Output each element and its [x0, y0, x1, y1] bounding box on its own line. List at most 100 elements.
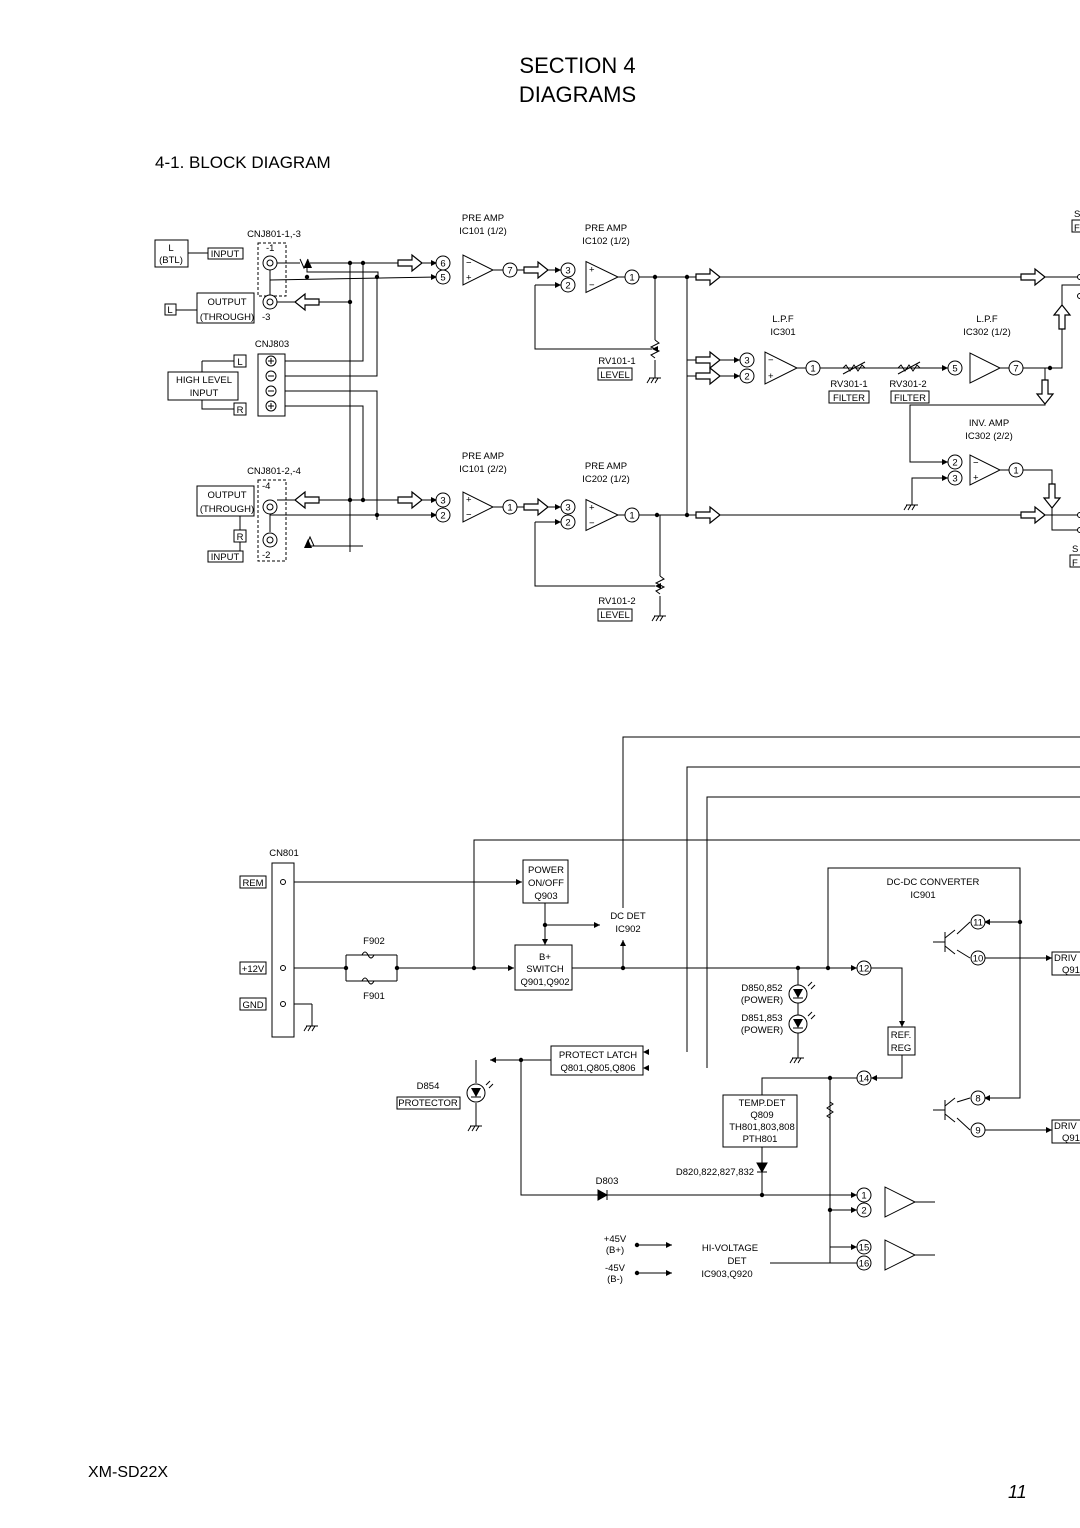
ground-icon — [903, 504, 918, 511]
diode-icon — [597, 1189, 609, 1201]
label-s-bot: S — [1072, 544, 1078, 555]
op-amp-icon — [969, 352, 1002, 384]
polarity-sign: − — [466, 510, 472, 521]
label-through: (THROUGH) — [200, 312, 254, 323]
junction-dot — [654, 512, 660, 518]
arrowhead — [1046, 1127, 1052, 1133]
junction-dot — [652, 274, 658, 280]
label-rv3012: RV301-2 — [889, 379, 926, 390]
label-reg: REG — [891, 1043, 912, 1054]
signal-flow-arrow-icon — [397, 490, 423, 510]
signal-flow-arrow-icon — [1035, 379, 1055, 405]
label-ic102a: IC102 (1/2) — [582, 236, 630, 247]
label-pow1: (POWER) — [741, 995, 783, 1006]
label-p4: -4 — [262, 481, 270, 492]
wire — [956, 1117, 971, 1131]
label-filter2: FILTER — [894, 393, 926, 404]
cn801-block — [271, 862, 295, 1038]
label-q903: Q903 — [534, 891, 557, 902]
rca-jack-icon — [262, 294, 278, 310]
label-rem: REM — [242, 878, 263, 889]
label-s-top: S — [1074, 209, 1080, 220]
label-invamp: INV. AMP — [969, 418, 1009, 429]
label-bplus: B+ — [539, 952, 551, 963]
label-pow2: (POWER) — [741, 1025, 783, 1036]
signal-flow-arrow-icon — [1052, 304, 1072, 330]
arrowhead — [942, 459, 948, 465]
label-onoff: ON/OFF — [528, 878, 564, 889]
wire — [534, 522, 655, 587]
pin-number: 1 — [629, 273, 634, 284]
label-f-top: F — [1074, 223, 1080, 234]
wire — [201, 400, 234, 410]
ground-icon — [467, 1125, 482, 1132]
polarity-sign: + — [466, 495, 472, 506]
wire — [871, 1055, 903, 1079]
label-q91a: Q91 — [1062, 965, 1080, 976]
label-power: POWER — [528, 865, 564, 876]
label-filter1: FILTER — [833, 393, 865, 404]
pin-number: 5 — [440, 273, 445, 284]
label-d851: D851,853 — [741, 1013, 782, 1024]
pin-number: 3 — [565, 266, 570, 277]
label-protect: PROTECT LATCH — [559, 1050, 637, 1061]
labels: 657 321321 321321 5 72311110121489121516CNJ8… — [159, 209, 1080, 1285]
pin-number: 10 — [973, 954, 984, 965]
label-preamp2: PRE AMP — [585, 223, 627, 234]
label-highlevel: HIGH LEVEL — [176, 375, 232, 386]
signal-flow-arrow-icon — [294, 292, 320, 312]
label-level2: LEVEL — [600, 610, 630, 621]
polarity-sign: − — [466, 258, 472, 269]
label-p3: -3 — [262, 312, 270, 323]
junction-dot — [795, 965, 801, 971]
op-amp-icon — [884, 1186, 917, 1218]
polarity-sign: + — [768, 371, 774, 382]
label-l3: L — [237, 357, 242, 368]
label-dcdet: DC DET — [610, 911, 646, 922]
wire — [909, 368, 1046, 463]
label-q809: Q809 — [750, 1110, 773, 1121]
label-hinput: INPUT — [190, 388, 219, 399]
label-preamp4: PRE AMP — [585, 461, 627, 472]
label-rv3011: RV301-1 — [830, 379, 867, 390]
arrowhead — [555, 519, 561, 525]
label-d850: D850,852 — [741, 983, 782, 994]
wire — [686, 766, 1080, 1052]
label-ref: REF. — [891, 1030, 912, 1041]
label-q801: Q801,Q805,Q806 — [561, 1063, 636, 1074]
junction-dot — [684, 274, 690, 280]
label-ic101a: IC101 (1/2) — [459, 226, 507, 237]
junction-dot — [1017, 919, 1023, 925]
label-pth801: PTH801 — [743, 1134, 778, 1145]
arrowhead — [508, 965, 514, 971]
wire — [269, 276, 438, 281]
rca-jack-icon — [262, 532, 278, 548]
junction-dot — [542, 922, 548, 928]
label-ic302a: IC302 (1/2) — [963, 327, 1011, 338]
junction-dot — [347, 299, 353, 305]
pin-number: 6 — [440, 259, 445, 270]
arrowhead — [555, 504, 561, 510]
arrowhead — [1046, 955, 1052, 961]
arrowhead — [666, 1242, 672, 1248]
pin-number: 1 — [861, 1191, 866, 1202]
pin-number: 3 — [440, 496, 445, 507]
junction-dot — [827, 1207, 833, 1213]
junction-dot — [827, 1075, 833, 1081]
label-cnj801-24: CNJ801-2,-4 — [247, 466, 301, 477]
junction-dot — [360, 497, 366, 503]
pin-number: 2 — [744, 372, 749, 383]
wires — [176, 252, 1080, 1274]
label-ic902: IC902 — [615, 924, 640, 935]
switch-icon — [304, 539, 312, 548]
wire — [761, 1077, 857, 1095]
pin-number: 2 — [861, 1206, 866, 1217]
label-cnj801-13: CNJ801-1,-3 — [247, 229, 301, 240]
pin-number: 1 — [629, 511, 634, 522]
junction-dot — [620, 965, 626, 971]
polarity-sign: − — [589, 280, 595, 291]
arrowhead — [594, 922, 600, 928]
arrowhead — [666, 1270, 672, 1276]
pin-number: 7 — [507, 266, 512, 277]
label-m45: -45V — [605, 1263, 626, 1274]
